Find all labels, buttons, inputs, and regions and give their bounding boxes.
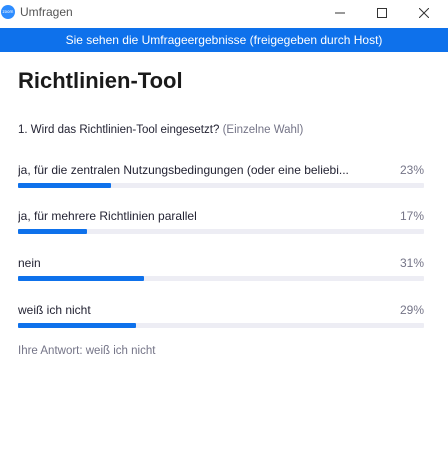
result-bar-fill <box>18 276 144 281</box>
poll-option: ja, für die zentralen Nutzungsbedingunge… <box>18 163 424 193</box>
option-label: ja, für die zentralen Nutzungsbedingunge… <box>18 163 349 177</box>
question-text: 1. Wird das Richtlinien-Tool eingesetzt? <box>18 124 220 136</box>
poll-title: Richtlinien-Tool <box>18 68 183 93</box>
option-percent: 29% <box>399 303 424 317</box>
option-percent: 31% <box>399 256 424 270</box>
option-label: weiß ich nicht <box>18 303 91 317</box>
result-bar-track <box>18 229 424 234</box>
minimize-icon <box>335 12 345 14</box>
poll-question: 1. Wird das Richtlinien-Tool eingesetzt?… <box>18 124 303 136</box>
option-percent: 23% <box>399 163 424 177</box>
window-titlebar: zoom Umfragen <box>0 0 448 26</box>
minimize-button[interactable] <box>320 0 360 26</box>
your-answer-text: Ihre Antwort: weiß ich nicht <box>18 345 156 357</box>
result-bar-track <box>18 323 424 328</box>
poll-option: nein 31% <box>18 256 424 286</box>
result-bar-track <box>18 183 424 188</box>
zoom-logo-icon: zoom <box>1 5 15 19</box>
close-button[interactable] <box>404 0 444 26</box>
poll-option: ja, für mehrere Richtlinien parallel 17% <box>18 209 424 239</box>
option-percent: 17% <box>399 209 424 223</box>
result-bar-fill <box>18 323 136 328</box>
poll-option: weiß ich nicht 29% <box>18 303 424 333</box>
question-type-hint: (Einzelne Wahl) <box>222 124 304 136</box>
window-title: Umfragen <box>20 5 73 19</box>
option-label: ja, für mehrere Richtlinien parallel <box>18 209 197 223</box>
maximize-icon <box>377 8 387 18</box>
maximize-button[interactable] <box>362 0 402 26</box>
option-label: nein <box>18 256 41 270</box>
result-bar-fill <box>18 183 112 188</box>
results-shared-banner: Sie sehen die Umfrageergebnisse (freigeg… <box>0 28 448 52</box>
result-bar-fill <box>18 229 88 234</box>
result-bar-track <box>18 276 424 281</box>
close-icon <box>419 8 429 18</box>
